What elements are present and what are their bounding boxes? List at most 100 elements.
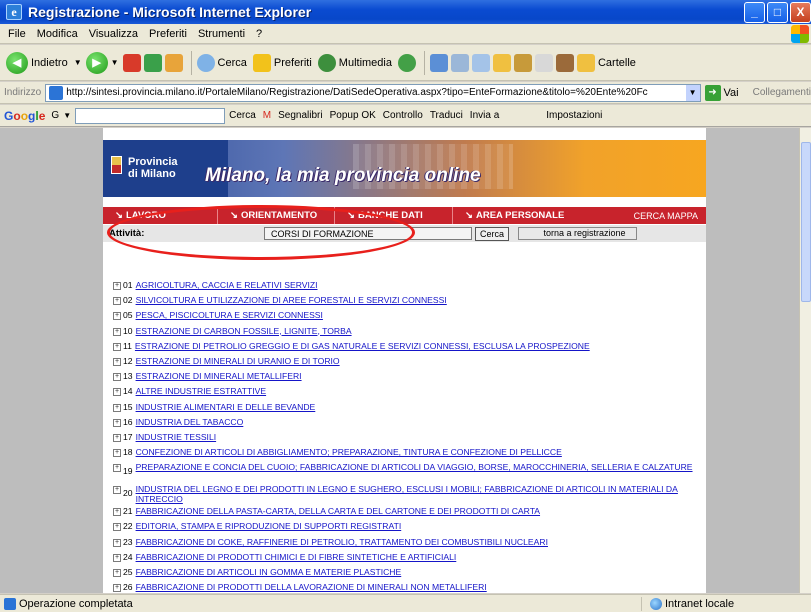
- expand-plus-icon[interactable]: +: [113, 388, 121, 397]
- back-dropdown-icon[interactable]: ▼: [74, 58, 82, 67]
- expand-plus-icon[interactable]: +: [113, 486, 121, 495]
- nav-area-personale[interactable]: ↘ AREA PERSONALE: [453, 207, 583, 224]
- category-code: 20: [123, 488, 133, 499]
- category-item: +01 AGRICOLTURA, CACCIA E RELATIVI SERVIZ…: [113, 280, 703, 295]
- forward-arrow-icon[interactable]: ▶: [85, 51, 108, 74]
- category-item: +23 FABBRICAZIONE DI COKE, RAFFINERIE DI …: [113, 537, 703, 552]
- go-button[interactable]: ➜ Vai: [704, 84, 739, 101]
- category-link[interactable]: FABBRICAZIONE DELLA PASTA-CARTA, DELLA C…: [136, 506, 540, 516]
- stop-icon[interactable]: [122, 53, 141, 72]
- nav-orientamento[interactable]: ↘ ORIENTAMENTO: [218, 207, 335, 224]
- expand-plus-icon[interactable]: +: [113, 357, 121, 366]
- expand-plus-icon[interactable]: +: [113, 584, 121, 593]
- expand-plus-icon[interactable]: +: [113, 403, 121, 412]
- nav-banche-dati[interactable]: ↘ BANCHE DATI: [335, 207, 453, 224]
- expand-plus-icon[interactable]: +: [113, 553, 121, 562]
- forward-dropdown-icon[interactable]: ▼: [111, 58, 119, 67]
- category-link[interactable]: FABBRICAZIONE DI COKE, RAFFINERIE DI PET…: [136, 537, 548, 547]
- category-link[interactable]: PREPARAZIONE E CONCIA DEL CUOIO; FABBRIC…: [136, 462, 693, 472]
- expand-plus-icon[interactable]: +: [113, 342, 121, 351]
- folder-icon[interactable]: [492, 53, 511, 72]
- google-search-button[interactable]: Cerca: [229, 110, 256, 121]
- category-link[interactable]: EDITORIA, STAMPA E RIPRODUZIONE DI SUPPO…: [136, 521, 402, 531]
- expand-plus-icon[interactable]: +: [113, 449, 121, 458]
- category-link[interactable]: INDUSTRIE TESSILI: [136, 432, 217, 442]
- expand-plus-icon[interactable]: +: [113, 373, 121, 382]
- google-g-button[interactable]: G: [51, 110, 59, 121]
- search-button[interactable]: Cerca: [196, 53, 247, 72]
- google-search-input[interactable]: [75, 107, 226, 124]
- address-input[interactable]: http://sintesi.provincia.milano.it/Porta…: [45, 83, 701, 102]
- return-to-registration-button[interactable]: torna a registrazione: [518, 227, 638, 240]
- copy-icon[interactable]: [534, 53, 553, 72]
- expand-plus-icon[interactable]: +: [113, 508, 121, 517]
- google-send-button[interactable]: Invia a: [470, 110, 499, 121]
- category-code: 15: [123, 401, 133, 412]
- expand-plus-icon[interactable]: +: [113, 282, 121, 290]
- back-button[interactable]: ◀ Indietro: [6, 51, 68, 74]
- expand-plus-icon[interactable]: +: [113, 569, 121, 577]
- links-label[interactable]: Collegamenti: [753, 87, 811, 98]
- vertical-scrollbar[interactable]: [799, 128, 811, 593]
- google-check-button[interactable]: Controllo: [383, 110, 423, 121]
- mail-icon[interactable]: [429, 53, 448, 72]
- category-link[interactable]: ESTRAZIONE DI CARBON FOSSILE, LIGNITE, T…: [136, 326, 352, 336]
- maximize-button[interactable]: □: [767, 2, 788, 23]
- favorites-button[interactable]: Preferiti: [252, 53, 312, 72]
- research-icon[interactable]: [513, 53, 532, 72]
- category-link[interactable]: INDUSTRIA DEL LEGNO E DEI PRODOTTI IN LE…: [136, 484, 703, 504]
- address-dropdown-icon[interactable]: ▼: [685, 84, 700, 101]
- category-link[interactable]: ALTRE INDUSTRIE ESTRATTIVE: [136, 386, 267, 396]
- category-item: +20 INDUSTRIA DEL LEGNO E DEI PRODOTTI IN…: [113, 484, 703, 506]
- menu-help[interactable]: ?: [256, 28, 262, 40]
- nav-cerca-mappa[interactable]: CERCA MAPPA: [634, 211, 706, 221]
- multimedia-button[interactable]: Multimedia: [317, 53, 392, 72]
- category-link[interactable]: FABBRICAZIONE DI PRODOTTI DELLA LAVORAZI…: [136, 582, 487, 592]
- category-link[interactable]: FABBRICAZIONE DI PRODOTTI CHIMICI E DI F…: [136, 552, 457, 562]
- category-link[interactable]: INDUSTRIE ALIMENTARI E DELLE BEVANDE: [136, 402, 316, 412]
- expand-plus-icon[interactable]: +: [113, 297, 121, 306]
- category-link[interactable]: ESTRAZIONE DI PETROLIO GREGGIO E DI GAS …: [135, 341, 590, 351]
- google-g-dropdown-icon[interactable]: ▼: [63, 111, 71, 120]
- category-link[interactable]: ESTRAZIONE DI MINERALI DI URANIO E DI TO…: [136, 356, 340, 366]
- category-link[interactable]: PESCA, PISCICOLTURA E SERVIZI CONNESSI: [136, 310, 323, 320]
- folders-button[interactable]: Cartelle: [576, 53, 636, 72]
- google-popup-button[interactable]: Popup OK: [330, 110, 376, 121]
- activity-search-button[interactable]: Cerca: [475, 226, 510, 241]
- scrollbar-thumb[interactable]: [801, 142, 811, 302]
- category-link[interactable]: AGRICOLTURA, CACCIA E RELATIVI SERVIZI: [136, 280, 318, 290]
- expand-plus-icon[interactable]: +: [113, 523, 121, 532]
- gmail-icon[interactable]: M: [263, 110, 271, 121]
- home-icon[interactable]: [164, 53, 183, 72]
- page-done-icon: [4, 597, 16, 610]
- menu-modifica[interactable]: Modifica: [37, 28, 78, 40]
- history-icon[interactable]: [397, 53, 416, 72]
- google-bookmarks-button[interactable]: Segnalibri: [278, 110, 322, 121]
- refresh-icon[interactable]: [143, 53, 162, 72]
- google-translate-button[interactable]: Traduci: [430, 110, 463, 121]
- expand-plus-icon[interactable]: +: [113, 433, 121, 442]
- expand-plus-icon[interactable]: +: [113, 327, 121, 336]
- activity-field[interactable]: [264, 227, 472, 240]
- google-settings-button[interactable]: Impostazioni: [546, 110, 602, 121]
- print-icon[interactable]: [450, 53, 469, 72]
- close-button[interactable]: X: [790, 2, 811, 23]
- menu-preferiti[interactable]: Preferiti: [149, 28, 187, 40]
- expand-plus-icon[interactable]: +: [113, 418, 121, 427]
- category-link[interactable]: INDUSTRIA DEL TABACCO: [136, 417, 244, 427]
- expand-plus-icon[interactable]: +: [113, 538, 121, 547]
- menu-strumenti[interactable]: Strumenti: [198, 28, 245, 40]
- edit-icon[interactable]: [471, 53, 490, 72]
- category-link[interactable]: SILVICOLTURA E UTILIZZAZIONE DI AREE FOR…: [136, 295, 447, 305]
- cut-icon[interactable]: [555, 53, 574, 72]
- category-link[interactable]: CONFEZIONE DI ARTICOLI DI ABBIGLIAMENTO;…: [136, 447, 562, 457]
- category-link[interactable]: FABBRICAZIONE DI ARTICOLI IN GOMMA E MAT…: [136, 567, 402, 577]
- menu-visualizza[interactable]: Visualizza: [89, 28, 138, 40]
- minimize-button[interactable]: _: [744, 2, 765, 23]
- category-link[interactable]: ESTRAZIONE DI MINERALI METALLIFERI: [136, 371, 302, 381]
- expand-plus-icon[interactable]: +: [113, 464, 121, 473]
- nav-lavoro[interactable]: ↘ LAVORO: [103, 207, 218, 224]
- menu-file[interactable]: File: [8, 28, 26, 40]
- category-code: 25: [123, 567, 133, 577]
- expand-plus-icon[interactable]: +: [113, 312, 121, 321]
